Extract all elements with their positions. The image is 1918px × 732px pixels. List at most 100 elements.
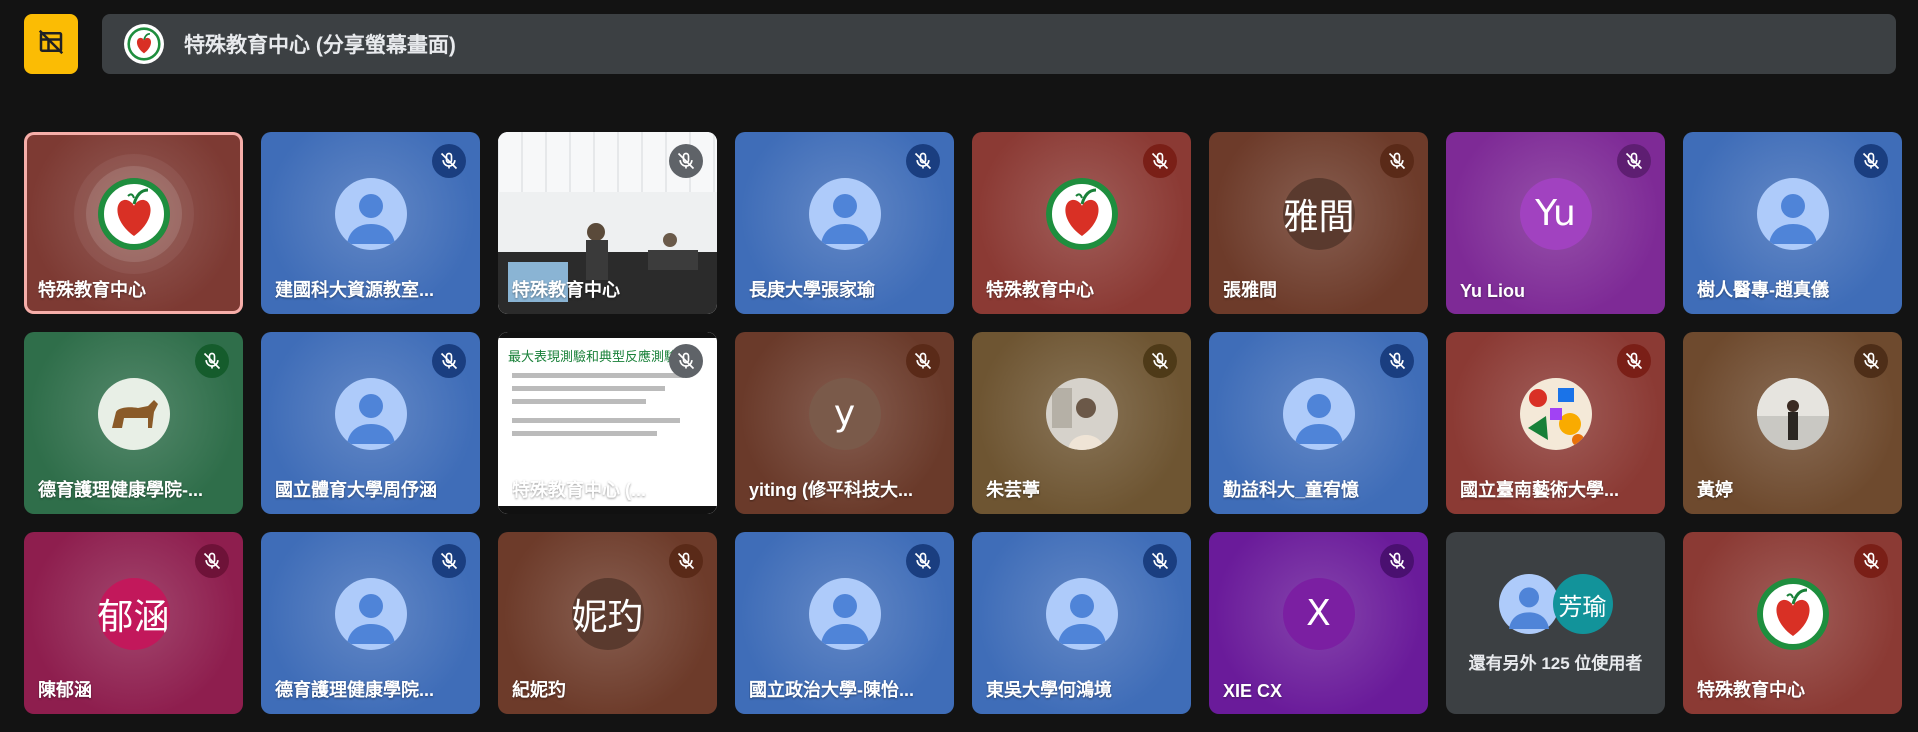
- participant-tile[interactable]: 勤益科大_童宥憶: [1209, 332, 1428, 514]
- avatar: [808, 577, 881, 650]
- avatar-initials: 雅間: [1282, 196, 1355, 238]
- avatar: [1756, 377, 1829, 450]
- mic-off-icon: [1380, 144, 1414, 178]
- participant-tile[interactable]: 國立政治大學-陳怡...: [735, 532, 954, 714]
- participant-tile[interactable]: 雅間張雅間: [1209, 132, 1428, 314]
- mic-off-icon: [1854, 544, 1888, 578]
- participant-tile[interactable]: 妮玓紀妮玓: [498, 532, 717, 714]
- avatar: y: [808, 377, 881, 450]
- participant-tile[interactable]: 朱芸葶: [972, 332, 1191, 514]
- avatar: [1756, 577, 1829, 650]
- mic-off-icon: [1617, 144, 1651, 178]
- mic-off-icon: [1143, 544, 1177, 578]
- participant-name: 特殊教育中心: [512, 280, 620, 300]
- mic-off-icon: [432, 344, 466, 378]
- participant-tile[interactable]: 樹人醫專-趙真儀: [1683, 132, 1902, 314]
- participant-name: 國立體育大學周伃涵: [275, 480, 437, 500]
- participant-name: 陳郁涵: [38, 680, 92, 700]
- participant-name: 樹人醫專-趙真儀: [1697, 280, 1829, 300]
- avatar: 妮玓: [571, 577, 644, 650]
- mic-off-icon: [669, 344, 703, 378]
- mic-off-icon: [195, 344, 229, 378]
- participant-name: 勤益科大_童宥憶: [1223, 480, 1360, 500]
- participant-tile[interactable]: 黃婷: [1683, 332, 1902, 514]
- avatar: [1756, 177, 1829, 250]
- participant-tile[interactable]: y yiting (修平科技大...: [735, 332, 954, 514]
- participant-tile[interactable]: 特殊教育中心: [24, 132, 243, 314]
- participant-name: 東吳大學何鴻境: [986, 680, 1112, 700]
- mic-off-icon: [1617, 344, 1651, 378]
- avatar: [334, 577, 407, 650]
- participant-name: 紀妮玓: [512, 680, 566, 700]
- more-participants-tile[interactable]: 芳瑜還有另外 125 位使用者: [1446, 532, 1665, 714]
- presenter-banner-text: 特殊教育中心 (分享螢幕畫面): [184, 34, 456, 57]
- participant-grid: 特殊教育中心 建國科大資源教室... 特殊教育中心 長庚大學張家瑜特殊教育中心 雅間張雅…: [24, 132, 1902, 714]
- participant-name: 德育護理健康學院...: [275, 680, 435, 700]
- avatar: [97, 177, 170, 250]
- participant-tile[interactable]: X XIE CX: [1209, 532, 1428, 714]
- avatar-initials: 郁涵: [97, 596, 170, 638]
- layout-toggle-button[interactable]: [24, 14, 78, 74]
- participant-name: 國立政治大學-陳怡...: [749, 680, 914, 700]
- more-avatars: 芳瑜: [1498, 574, 1613, 634]
- mic-off-icon: [1854, 144, 1888, 178]
- participant-tile[interactable]: 最大表現測驗和典型反應測驗 特殊教育中心 (...: [498, 332, 717, 514]
- mic-off-icon: [432, 144, 466, 178]
- presenter-avatar: [124, 24, 164, 64]
- avatar: [1045, 377, 1118, 450]
- avatar: 芳瑜: [1552, 574, 1613, 634]
- participant-tile[interactable]: 特殊教育中心: [972, 132, 1191, 314]
- mic-off-icon: [432, 544, 466, 578]
- participant-name: 黃婷: [1697, 480, 1733, 500]
- avatar: [97, 377, 170, 450]
- participant-tile[interactable]: 東吳大學何鴻境: [972, 532, 1191, 714]
- avatar: [1498, 574, 1559, 634]
- avatar-initials: 妮玓: [571, 596, 644, 638]
- avatar: [334, 177, 407, 250]
- participant-name: Yu Liou: [1460, 281, 1525, 301]
- mic-off-icon: [1854, 344, 1888, 378]
- avatar: [334, 377, 407, 450]
- mic-off-icon: [1143, 344, 1177, 378]
- mic-off-icon: [906, 144, 940, 178]
- participant-tile[interactable]: 國立體育大學周伃涵: [261, 332, 480, 514]
- participant-name: 特殊教育中心 (...: [512, 480, 646, 500]
- participant-tile[interactable]: 特殊教育中心: [498, 132, 717, 314]
- avatar-initials: y: [833, 393, 856, 435]
- participant-tile[interactable]: 特殊教育中心: [1683, 532, 1902, 714]
- avatar: 郁涵: [97, 577, 170, 650]
- more-participants-text: 還有另外 125 位使用者: [1468, 654, 1643, 673]
- avatar: 雅間: [1282, 177, 1355, 250]
- participant-name: XIE CX: [1223, 681, 1283, 701]
- avatar-initials: Yu: [1535, 193, 1576, 235]
- participant-tile[interactable]: 長庚大學張家瑜: [735, 132, 954, 314]
- avatar: [1519, 377, 1592, 450]
- participant-tile[interactable]: 德育護理健康學院...: [261, 532, 480, 714]
- participant-name: 特殊教育中心: [38, 280, 146, 300]
- participant-tile[interactable]: 德育護理健康學院-...: [24, 332, 243, 514]
- mic-off-icon: [669, 144, 703, 178]
- mic-off-icon: [1380, 544, 1414, 578]
- mic-off-icon: [1143, 144, 1177, 178]
- participant-name: 建國科大資源教室...: [275, 280, 435, 300]
- mic-off-icon: [669, 544, 703, 578]
- avatar: [1045, 577, 1118, 650]
- participant-name: 德育護理健康學院-...: [38, 480, 203, 500]
- participant-tile[interactable]: 郁涵陳郁涵: [24, 532, 243, 714]
- participant-tile[interactable]: 建國科大資源教室...: [261, 132, 480, 314]
- avatar: Yu: [1519, 177, 1592, 250]
- avatar: X: [1282, 577, 1355, 650]
- participant-name: yiting (修平科技大...: [749, 480, 913, 500]
- participant-tile[interactable]: 國立臺南藝術大學...: [1446, 332, 1665, 514]
- participant-name: 國立臺南藝術大學...: [1460, 480, 1620, 500]
- participant-name: 特殊教育中心: [986, 280, 1094, 300]
- participant-name: 張雅間: [1223, 280, 1277, 300]
- participant-tile[interactable]: Yu Yu Liou: [1446, 132, 1665, 314]
- avatar: [808, 177, 881, 250]
- presenter-banner[interactable]: 特殊教育中心 (分享螢幕畫面): [102, 14, 1896, 74]
- participant-name: 朱芸葶: [986, 480, 1040, 500]
- participant-name: 特殊教育中心: [1697, 680, 1805, 700]
- avatar: [1045, 177, 1118, 250]
- mic-off-icon: [906, 544, 940, 578]
- mic-off-icon: [906, 344, 940, 378]
